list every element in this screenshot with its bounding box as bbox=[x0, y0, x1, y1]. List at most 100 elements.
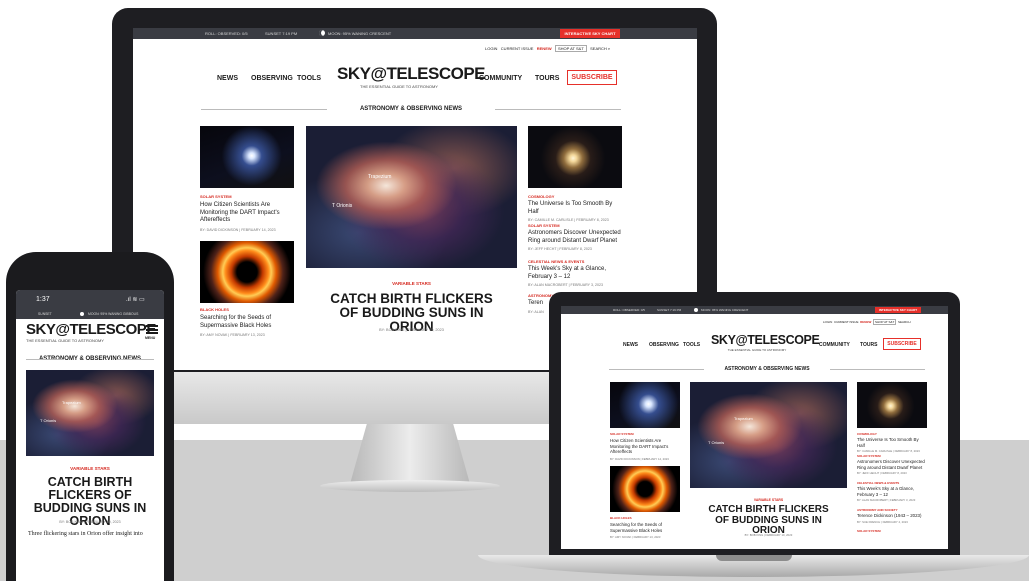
nav-community[interactable]: COMMUNITY bbox=[819, 342, 850, 348]
feature-category[interactable]: VARIABLE STARS bbox=[306, 281, 517, 286]
sunset-text: SUNSET 7:19 PM bbox=[657, 308, 682, 312]
article-byline: BY: DAVID DICKINSON | FEBRUARY 14, 2023 bbox=[610, 456, 669, 461]
shop-link[interactable]: SHOP AT S&T bbox=[554, 45, 587, 52]
article-title[interactable]: How Citizen Scientists Are Monitoring th… bbox=[200, 202, 294, 225]
mobile-info-bar: SUNSET MOON: 95% WANING GIBBOUS bbox=[16, 310, 164, 319]
utility-links: LOGIN CURRENT ISSUE RENEW SHOP AT S&T SE… bbox=[823, 319, 911, 325]
image-label: T Orionis bbox=[332, 203, 353, 209]
article-title[interactable]: Searching for the Seeds of Supermassive … bbox=[610, 522, 680, 533]
right-article-3[interactable]: CELESTIAL NEWS & EVENTS This Week's Sky … bbox=[857, 481, 927, 508]
article-title[interactable]: Astronomers Discover Unexpected Ring aro… bbox=[528, 230, 622, 245]
article-byline: BY: AMY NOVAK | FEBRUARY 13, 2023 bbox=[610, 535, 661, 539]
black-hole-image[interactable] bbox=[200, 241, 294, 303]
feature-category[interactable]: VARIABLE STARS bbox=[26, 466, 154, 471]
feature-byline: BY: BOB KING | FEBRUARY 10, 2023 bbox=[744, 533, 793, 537]
sky-chart-button[interactable]: INTERACTIVE SKY CHART bbox=[560, 29, 620, 38]
left-article-2[interactable]: BLACK HOLES Searching for the Seeds of S… bbox=[200, 307, 294, 337]
sunset-text: SUNSET bbox=[38, 312, 52, 316]
search-link[interactable]: SEARCH bbox=[898, 320, 911, 324]
login-link[interactable]: LOGIN bbox=[823, 320, 832, 324]
nav-tools[interactable]: TOOLS bbox=[683, 342, 700, 348]
galaxy-image[interactable] bbox=[528, 126, 622, 188]
current-issue-link[interactable]: CURRENT ISSUE bbox=[834, 320, 858, 324]
article-category[interactable]: BLACK HOLES bbox=[200, 307, 294, 312]
article-title[interactable]: The Universe Is Too Smooth By Half bbox=[528, 201, 622, 216]
article-byline: BY: SUE FRENCH | FEBRUARY 4, 2023 bbox=[857, 519, 908, 524]
article-byline: BY: CAMILLE M. CARLISLE | FEBRUARY 8, 20… bbox=[528, 218, 609, 222]
article-category[interactable]: SOLAR SYSTEM bbox=[200, 194, 294, 199]
nav-tours[interactable]: TOURS bbox=[535, 75, 559, 82]
right-article-1[interactable]: COSMOLOGY The Universe Is Too Smooth By … bbox=[528, 194, 622, 223]
left-article-2[interactable]: BLACK HOLES Searching for the Seeds of S… bbox=[610, 516, 680, 539]
roll-text: ROLL: OBSERVED: 0/5 bbox=[613, 308, 645, 312]
feature-headline[interactable]: CATCH BIRTH FLICKERS OF BUDDING SUNS IN … bbox=[701, 504, 836, 537]
article-category[interactable]: BLACK HOLES bbox=[610, 516, 680, 520]
article-category[interactable]: SOLAR SYSTEM bbox=[857, 454, 927, 458]
black-hole-image[interactable] bbox=[610, 466, 680, 512]
left-article-1[interactable]: SOLAR SYSTEM How Citizen Scientists Are … bbox=[200, 194, 294, 232]
right-article-2[interactable]: SOLAR SYSTEM Astronomers Discover Unexpe… bbox=[857, 454, 927, 481]
article-category[interactable]: CELESTIAL NEWS & EVENTS bbox=[528, 259, 622, 264]
login-link[interactable]: LOGIN bbox=[485, 46, 497, 51]
nav-community[interactable]: COMMUNITY bbox=[479, 75, 522, 82]
orion-nebula-image[interactable]: Trapezium T Orionis bbox=[690, 382, 847, 488]
nav-tools[interactable]: TOOLS bbox=[297, 75, 321, 82]
orion-nebula-image[interactable]: Trapezium T Orionis bbox=[306, 126, 517, 268]
renew-link[interactable]: RENEW bbox=[860, 320, 871, 324]
article-category[interactable]: COSMOLOGY bbox=[857, 432, 927, 436]
article-category[interactable]: COSMOLOGY bbox=[528, 194, 622, 199]
article-category[interactable]: SOLAR SYSTEM bbox=[857, 529, 927, 533]
renew-link[interactable]: RENEW bbox=[537, 46, 552, 51]
moon-phase-icon bbox=[80, 312, 84, 316]
shop-link[interactable]: SHOP AT S&T bbox=[872, 319, 897, 325]
article-category[interactable]: ASTRONOMY AND SOCIETY bbox=[857, 508, 927, 512]
search-link[interactable]: SEARCH bbox=[590, 46, 607, 51]
article-category[interactable]: SOLAR SYSTEM bbox=[610, 432, 680, 436]
sky-chart-button[interactable]: INTERACTIVE SKY CHART bbox=[875, 307, 921, 313]
article-byline: BY: AMY NOVAK | FEBRUARY 13, 2023 bbox=[200, 333, 265, 337]
site-logo[interactable]: SKY@TELESCOPE bbox=[337, 64, 486, 84]
subscribe-button[interactable]: SUBSCRIBE bbox=[883, 338, 921, 350]
hamburger-menu-icon[interactable] bbox=[146, 325, 158, 334]
nav-news[interactable]: NEWS bbox=[217, 75, 238, 82]
site-tagline: THE ESSENTIAL GUIDE TO ASTRONOMY bbox=[727, 348, 787, 352]
left-article-1[interactable]: SOLAR SYSTEM How Citizen Scientists Are … bbox=[610, 432, 680, 461]
article-byline: BY: CAMILLE M. CARLISLE | FEBRUARY 8, 20… bbox=[857, 449, 920, 453]
article-category[interactable]: CELESTIAL NEWS & EVENTS bbox=[857, 481, 927, 485]
article-category[interactable]: SOLAR SYSTEM bbox=[528, 223, 622, 228]
article-title[interactable]: Astronomers Discover Unexpected Ring aro… bbox=[857, 459, 927, 470]
site-logo[interactable]: SKY@TELESCOPE bbox=[26, 321, 156, 338]
article-title[interactable]: Terence Dickinson (1943 – 2023) bbox=[857, 513, 927, 519]
feature-byline: BY: BOB KING | FEBRUARY 10, 2023 bbox=[379, 328, 444, 332]
article-title[interactable]: The Universe Is Too Smooth By Half bbox=[857, 437, 927, 448]
site-logo[interactable]: SKY@TELESCOPE bbox=[711, 333, 820, 347]
nav-observing[interactable]: OBSERVING bbox=[251, 75, 293, 82]
nav-observing[interactable]: OBSERVING bbox=[649, 342, 679, 348]
article-title[interactable]: This Week's Sky at a Glance, February 3 … bbox=[857, 486, 927, 497]
search-icon[interactable]: ⌕ bbox=[608, 46, 610, 51]
signal-wifi-battery-icon: .ıl ≋ ▭ bbox=[126, 297, 145, 303]
menu-label[interactable]: MENU bbox=[145, 336, 155, 340]
right-article-3[interactable]: CELESTIAL NEWS & EVENTS This Week's Sky … bbox=[528, 259, 622, 293]
laptop-site: ROLL: OBSERVED: 0/5 SUNSET 7:19 PM MOON:… bbox=[561, 306, 948, 549]
roll-text: ROLL: OBSERVED: 0/5 bbox=[205, 31, 248, 36]
galaxy-image[interactable] bbox=[857, 382, 927, 428]
current-issue-link[interactable]: CURRENT ISSUE bbox=[501, 46, 534, 51]
dart-comet-image[interactable] bbox=[610, 382, 680, 428]
right-article-2[interactable]: SOLAR SYSTEM Astronomers Discover Unexpe… bbox=[528, 223, 622, 259]
article-byline: BY: ALAN MACROBERT | FEBRUARY 3, 2023 bbox=[857, 498, 916, 502]
article-title[interactable]: How Citizen Scientists Are Monitoring th… bbox=[610, 438, 680, 455]
nav-news[interactable]: NEWS bbox=[623, 342, 638, 348]
right-article-1[interactable]: COSMOLOGY The Universe Is Too Smooth By … bbox=[857, 432, 927, 454]
article-title[interactable]: This Week's Sky at a Glance, February 3 … bbox=[528, 266, 622, 281]
subscribe-button[interactable]: SUBSCRIBE bbox=[567, 70, 617, 85]
section-heading: ASTRONOMY & OBSERVING NEWS bbox=[201, 106, 621, 112]
article-byline: BY: JEFF HECHT | FEBRUARY 8, 2023 bbox=[857, 471, 907, 475]
feature-category[interactable]: VARIABLE STARS bbox=[690, 498, 847, 502]
article-title[interactable]: Searching for the Seeds of Supermassive … bbox=[200, 315, 294, 330]
dart-comet-image[interactable] bbox=[200, 126, 294, 188]
nav-tours[interactable]: TOURS bbox=[860, 342, 877, 348]
right-article-4[interactable]: ASTRONOMY AND SOCIETY Terence Dickinson … bbox=[857, 508, 927, 529]
orion-nebula-image[interactable]: Trapezium T Orionis bbox=[26, 370, 154, 456]
moon-phase-icon bbox=[694, 308, 698, 312]
